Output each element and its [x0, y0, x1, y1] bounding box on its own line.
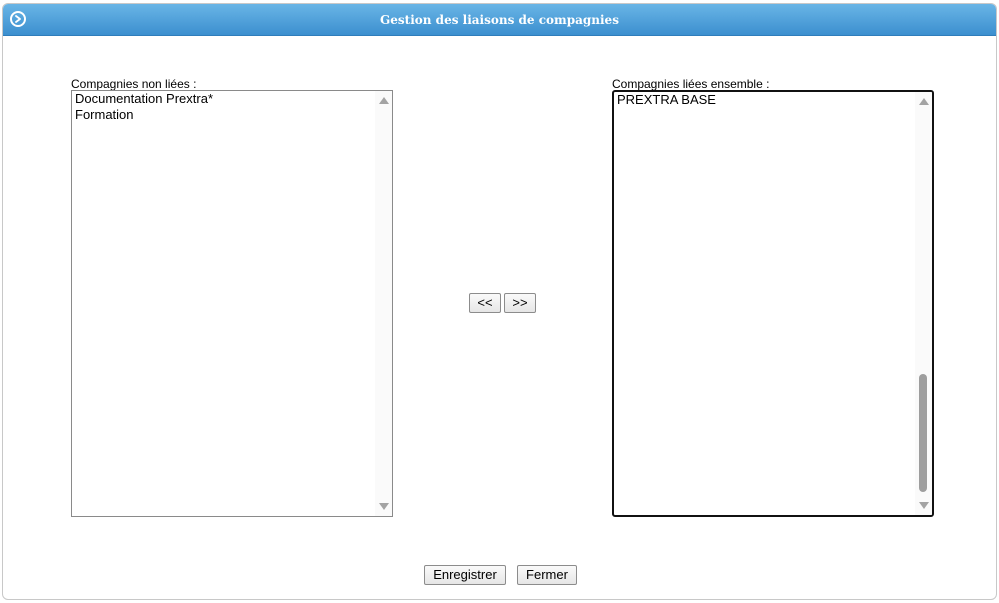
unlinked-companies-items: Documentation Prextra* Formation	[74, 91, 374, 123]
move-left-button[interactable]: <<	[469, 293, 501, 313]
linked-companies-listbox[interactable]: PREXTRA BASE	[612, 90, 934, 517]
unlinked-companies-label: Compagnies non liées :	[71, 77, 197, 91]
list-item[interactable]: PREXTRA BASE	[616, 92, 914, 108]
title-bar: Gestion des liaisons de compagnies	[3, 4, 996, 36]
list-item[interactable]: Formation	[74, 107, 374, 123]
move-right-button[interactable]: >>	[504, 293, 536, 313]
linked-companies-label: Compagnies liées ensemble :	[612, 77, 770, 91]
unlinked-companies-listbox[interactable]: Documentation Prextra* Formation	[71, 90, 393, 517]
linked-companies-items: PREXTRA BASE	[616, 92, 914, 108]
scroll-down-arrow-icon[interactable]	[379, 503, 389, 510]
scroll-up-arrow-icon[interactable]	[379, 97, 389, 104]
save-button[interactable]: Enregistrer	[424, 565, 506, 585]
dialog-title: Gestion des liaisons de compagnies	[380, 13, 619, 27]
scroll-up-arrow-icon[interactable]	[919, 98, 929, 105]
linked-companies-scrollbar[interactable]	[915, 92, 932, 515]
close-button[interactable]: Fermer	[517, 565, 577, 585]
unlinked-companies-scrollbar[interactable]	[375, 91, 392, 516]
scroll-thumb[interactable]	[919, 374, 927, 492]
dialog-window: Gestion des liaisons de compagnies Compa…	[2, 3, 997, 600]
list-item[interactable]: Documentation Prextra*	[74, 91, 374, 107]
scroll-down-arrow-icon[interactable]	[919, 502, 929, 509]
